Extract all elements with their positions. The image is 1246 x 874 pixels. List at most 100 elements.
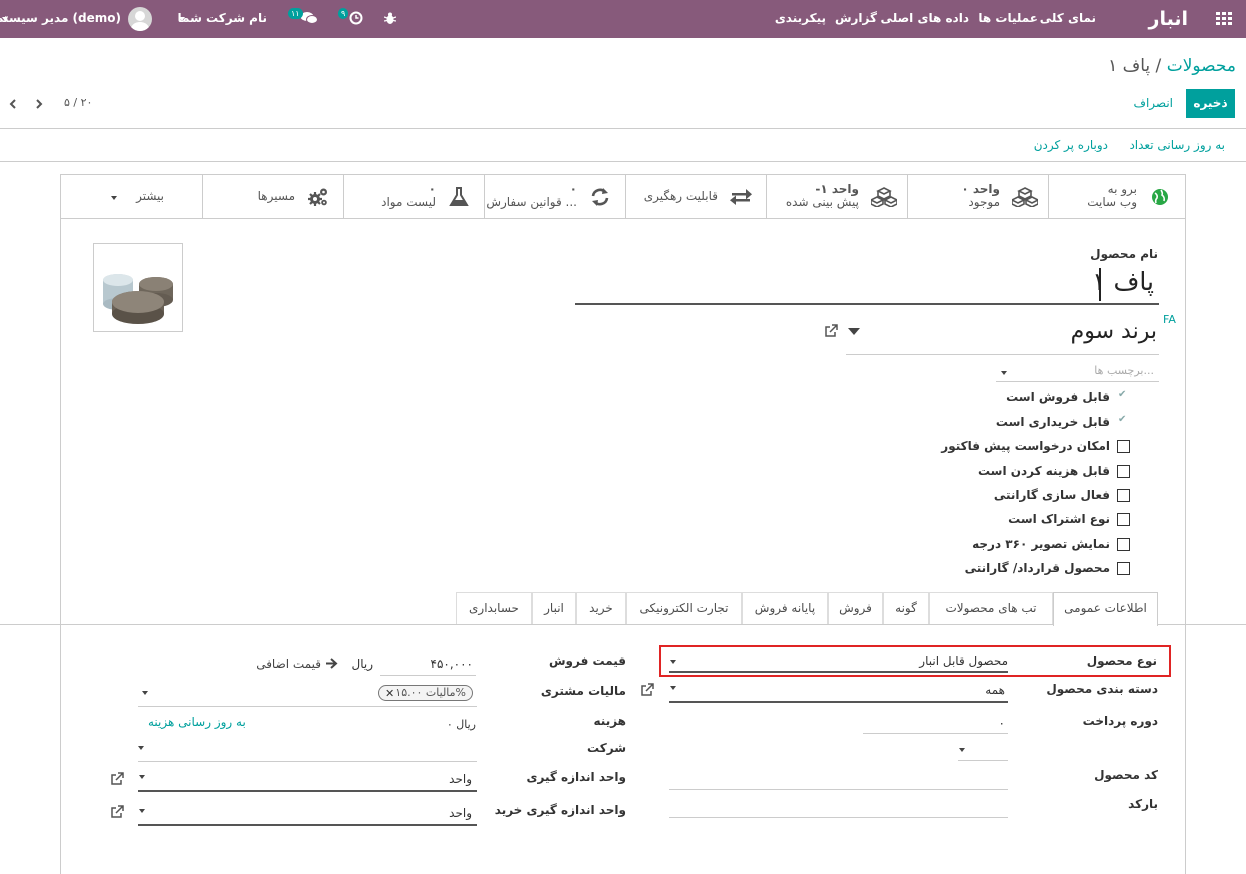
replenish-button[interactable]: دوباره پر کردن <box>1034 138 1108 152</box>
product-type-label: نوع محصول <box>1086 654 1157 668</box>
subscription-label: نوع اشتراک است <box>1008 512 1110 526</box>
cubes-icon <box>1010 187 1040 208</box>
language-tag[interactable]: FA <box>1163 313 1176 326</box>
customer-tax-external-link-icon[interactable] <box>640 683 654 697</box>
routes-button[interactable]: مسیرها <box>202 175 343 218</box>
user-menu[interactable]: مدیر سیستم (demo) <box>0 11 121 25</box>
company-underline <box>138 761 477 762</box>
apps-menu-icon[interactable] <box>1216 12 1232 26</box>
brand-external-link-icon[interactable] <box>824 324 838 338</box>
tab-pos[interactable]: پایانه فروش <box>742 592 828 624</box>
menu-reporting[interactable]: گزارش <box>835 11 877 25</box>
routes-label: مسیرها <box>257 189 295 203</box>
activities-badge: ۹ <box>338 8 349 19</box>
contract-warranty-checkbox[interactable] <box>1117 562 1130 575</box>
tab-purchase[interactable]: خرید <box>576 592 626 624</box>
tab-inventory[interactable]: انبار <box>532 592 576 624</box>
internal-ref-input[interactable] <box>669 789 1008 790</box>
image-360-checkbox[interactable] <box>1117 538 1130 551</box>
on-hand-button[interactable]: ۰ واحد موجود <box>907 175 1048 218</box>
pager-prev-icon[interactable] <box>9 98 17 109</box>
tab-general-info[interactable]: اطلاعات عمومی <box>1053 592 1158 626</box>
save-button[interactable]: ذخیره <box>1186 89 1235 118</box>
product-image[interactable] <box>93 243 183 332</box>
discard-button[interactable]: انصراف <box>1134 96 1173 110</box>
warranty-label: فعال سازی گارانتی <box>993 488 1110 502</box>
purchase-uom-underline <box>138 824 477 826</box>
menu-overview[interactable]: نمای کلی <box>1040 11 1096 25</box>
brand-field[interactable]: برند سوم <box>1071 319 1157 344</box>
customer-tax-underline <box>138 706 477 707</box>
globe-icon <box>1149 187 1171 207</box>
tax-tag-remove-icon[interactable]: ✕ <box>385 687 394 701</box>
company-caret-icon[interactable] <box>138 746 144 750</box>
product-name-field[interactable]: پاف ۱ <box>1092 267 1154 296</box>
sales-price-underline <box>380 675 476 676</box>
uom-external-link-icon[interactable] <box>110 772 124 786</box>
can-be-expensed-checkbox[interactable] <box>1117 465 1130 478</box>
tab-accounting[interactable]: حسابداری <box>456 592 532 624</box>
extra-price-link[interactable]: قیمت اضافی <box>256 657 321 671</box>
purchase-uom-select[interactable]: واحد <box>449 806 472 820</box>
product-name-underline <box>575 303 1159 305</box>
uom-select[interactable]: واحد <box>449 772 472 786</box>
top-navbar: انبار نمای کلی عملیات ها داده های اصلی گ… <box>0 0 1246 38</box>
forecasted-button[interactable]: -۱ واحد پیش بینی شده <box>766 175 907 218</box>
messages-comments-icon[interactable] <box>300 11 318 25</box>
menu-operations[interactable]: عملیات ها <box>978 11 1038 25</box>
product-type-select[interactable]: محصول قابل انبار <box>919 654 1008 668</box>
company-caret-icon <box>179 17 185 21</box>
menu-configuration[interactable]: پیکربندی <box>775 11 826 25</box>
traceability-button[interactable]: قابلیت رهگیری <box>625 175 766 218</box>
payment-period-input[interactable]: ۰ <box>999 716 1005 730</box>
quotation-request-label: امکان درخواست پیش فاکتور <box>941 439 1110 453</box>
menu-master-data[interactable]: داده های اصلی <box>881 11 969 25</box>
tags-caret-icon <box>1001 371 1007 375</box>
forecasted-label: پیش بینی شده <box>785 195 859 209</box>
can-be-sold-label: قابل فروش است <box>1006 390 1110 404</box>
pager-value[interactable]: ۵ / ۲۰ <box>64 96 92 109</box>
bom-button[interactable]: ۰ لیست مواد <box>343 175 484 218</box>
tags-input[interactable]: برچسب ها... <box>1094 364 1154 377</box>
cubes-icon <box>869 187 899 208</box>
contract-warranty-label: محصول قرارداد/ گارانتی <box>964 561 1110 575</box>
tab-product-tabs[interactable]: تب های محصولات <box>929 592 1053 624</box>
can-be-purchased-checkbox[interactable] <box>1117 414 1130 429</box>
product-name-label: نام محصول <box>1090 247 1158 261</box>
tab-ecommerce[interactable]: تجارت الکترونیکی <box>626 592 742 624</box>
sales-price-currency: ریال <box>351 657 373 671</box>
activity-clock-icon[interactable] <box>349 11 363 25</box>
reorder-rules-button[interactable]: ۰ قوانین سفارش ... <box>484 175 625 218</box>
statusbar-divider <box>0 161 1246 162</box>
breadcrumb-parent[interactable]: محصولات <box>1167 56 1236 76</box>
arrow-right-icon[interactable] <box>326 658 338 669</box>
more-button[interactable]: بیشتر <box>61 175 202 218</box>
update-quantity-button[interactable]: به روز رسانی تعداد <box>1129 138 1225 152</box>
image-360-label: نمایش تصویر ۳۶۰ درجه <box>972 537 1110 551</box>
barcode-label: بارکد <box>1128 797 1158 811</box>
tab-variants[interactable]: گونه <box>883 592 929 624</box>
sales-price-input[interactable]: ۴۵۰,۰۰۰ <box>431 657 474 671</box>
barcode-input[interactable] <box>669 817 1008 818</box>
payment-period-unit-caret-icon[interactable] <box>959 748 965 752</box>
warranty-checkbox[interactable] <box>1117 489 1130 502</box>
can-be-sold-checkbox[interactable] <box>1117 389 1130 404</box>
tab-sales[interactable]: فروش <box>828 592 883 624</box>
pager-next-icon[interactable] <box>35 98 43 109</box>
payment-period-label: دوره پرداخت <box>1082 714 1158 728</box>
debug-bug-icon[interactable] <box>383 12 397 25</box>
update-cost-button[interactable]: به روز رسانی هزینه <box>148 715 246 729</box>
quotation-request-checkbox[interactable] <box>1117 440 1130 453</box>
uom-caret-icon <box>139 775 145 779</box>
app-title[interactable]: انبار <box>1149 8 1188 30</box>
company-switcher[interactable]: نام شرکت شما <box>178 11 267 25</box>
user-avatar[interactable] <box>128 7 152 31</box>
category-select[interactable]: همه <box>985 683 1005 697</box>
category-caret-icon <box>670 686 676 690</box>
brand-dropdown-icon[interactable] <box>848 328 860 335</box>
purchase-uom-external-link-icon[interactable] <box>110 805 124 819</box>
reorder-rules-label: قوانین سفارش ... <box>486 195 577 209</box>
website-button[interactable]: برو به وب سایت <box>1048 175 1185 218</box>
tax-tag-badge[interactable]: مالیات ۱۵.۰۰% ✕ <box>378 685 473 701</box>
subscription-checkbox[interactable] <box>1117 513 1130 526</box>
